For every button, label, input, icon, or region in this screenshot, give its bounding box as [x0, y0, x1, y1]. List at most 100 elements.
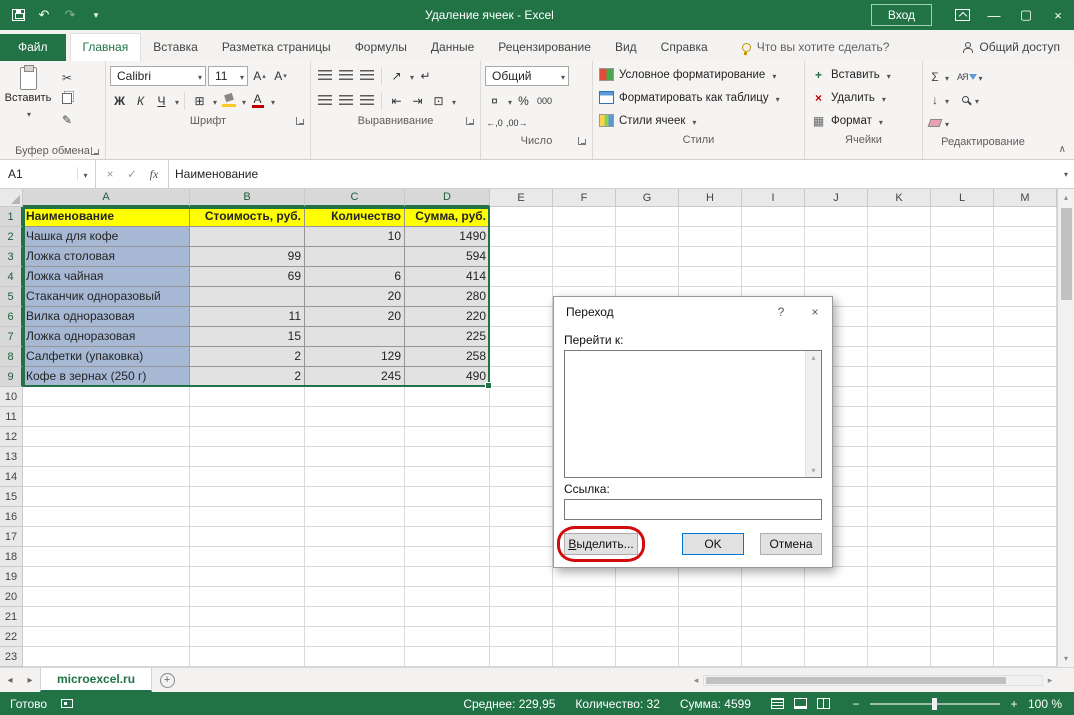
delete-cells-button[interactable]: ×Удалить: [809, 87, 918, 108]
cell-C3[interactable]: [305, 247, 405, 267]
cell-D23[interactable]: [405, 647, 490, 667]
cell-A3[interactable]: Ложка столовая: [23, 247, 190, 267]
cell-A11[interactable]: [23, 407, 190, 427]
cell-E13[interactable]: [490, 447, 553, 467]
clipboard-dialog-launcher-icon[interactable]: [91, 147, 99, 155]
cell-B6[interactable]: 11: [190, 307, 305, 327]
cell-A1[interactable]: Наименование: [23, 207, 190, 227]
align-center-button[interactable]: [336, 91, 355, 111]
row-header-9[interactable]: 9: [0, 367, 23, 387]
dialog-help-icon[interactable]: ?: [764, 297, 798, 327]
cell-B9[interactable]: 2: [190, 367, 305, 387]
cell-D13[interactable]: [405, 447, 490, 467]
horizontal-scrollbar-track[interactable]: [703, 675, 1043, 686]
row-header-6[interactable]: 6: [0, 307, 23, 327]
comma-format-button[interactable]: 000: [535, 91, 554, 111]
font-dialog-launcher-icon[interactable]: [296, 117, 304, 125]
cell-A13[interactable]: [23, 447, 190, 467]
cell-A10[interactable]: [23, 387, 190, 407]
cell-G4[interactable]: [616, 267, 679, 287]
cell-A9[interactable]: Кофе в зернах (250 г): [23, 367, 190, 387]
enter-entry-icon[interactable]: ✓: [122, 167, 142, 181]
cell-C21[interactable]: [305, 607, 405, 627]
cell-G1[interactable]: [616, 207, 679, 227]
cell-E5[interactable]: [490, 287, 553, 307]
cell-E2[interactable]: [490, 227, 553, 247]
column-header-H[interactable]: H: [679, 189, 742, 207]
cell-C20[interactable]: [305, 587, 405, 607]
cell-K1[interactable]: [868, 207, 931, 227]
cell-J21[interactable]: [805, 607, 868, 627]
cell-A5[interactable]: Стаканчик одноразовый: [23, 287, 190, 307]
cell-A20[interactable]: [23, 587, 190, 607]
cell-M1[interactable]: [994, 207, 1057, 227]
cell-L9[interactable]: [931, 367, 994, 387]
cell-D19[interactable]: [405, 567, 490, 587]
cell-L1[interactable]: [931, 207, 994, 227]
cell-M11[interactable]: [994, 407, 1057, 427]
tab-data[interactable]: Данные: [419, 34, 486, 61]
number-format-combo[interactable]: Общий: [485, 66, 569, 86]
cell-G20[interactable]: [616, 587, 679, 607]
zoom-slider[interactable]: [870, 703, 1000, 705]
cell-K7[interactable]: [868, 327, 931, 347]
copy-button[interactable]: [56, 89, 78, 108]
zoom-in-button[interactable]: +: [1008, 697, 1020, 711]
page-layout-view-icon[interactable]: [794, 698, 807, 709]
cell-K12[interactable]: [868, 427, 931, 447]
cell-C23[interactable]: [305, 647, 405, 667]
column-header-B[interactable]: B: [190, 189, 305, 207]
cell-K17[interactable]: [868, 527, 931, 547]
cell-K15[interactable]: [868, 487, 931, 507]
add-sheet-button[interactable]: +: [152, 668, 182, 692]
cell-G23[interactable]: [616, 647, 679, 667]
tab-view[interactable]: Вид: [603, 34, 649, 61]
cell-K16[interactable]: [868, 507, 931, 527]
cell-styles-button[interactable]: Стили ячеек: [597, 110, 800, 131]
align-middle-button[interactable]: [336, 66, 355, 86]
cell-I19[interactable]: [742, 567, 805, 587]
cell-E21[interactable]: [490, 607, 553, 627]
cell-B21[interactable]: [190, 607, 305, 627]
cell-B22[interactable]: [190, 627, 305, 647]
cell-G19[interactable]: [616, 567, 679, 587]
cell-E23[interactable]: [490, 647, 553, 667]
cell-F1[interactable]: [553, 207, 616, 227]
cell-D6[interactable]: 220: [405, 307, 490, 327]
autosum-button[interactable]: Σ: [927, 66, 949, 87]
save-button[interactable]: [6, 3, 30, 27]
cell-J22[interactable]: [805, 627, 868, 647]
cell-A8[interactable]: Салфетки (упаковка): [23, 347, 190, 367]
cell-E16[interactable]: [490, 507, 553, 527]
cell-H4[interactable]: [679, 267, 742, 287]
cell-K2[interactable]: [868, 227, 931, 247]
cell-F22[interactable]: [553, 627, 616, 647]
cell-M14[interactable]: [994, 467, 1057, 487]
cell-A23[interactable]: [23, 647, 190, 667]
cell-M21[interactable]: [994, 607, 1057, 627]
decrease-indent-button[interactable]: ⇤: [387, 91, 406, 111]
cell-M20[interactable]: [994, 587, 1057, 607]
fill-color-button[interactable]: [219, 91, 238, 111]
cell-B18[interactable]: [190, 547, 305, 567]
cell-M17[interactable]: [994, 527, 1057, 547]
number-dialog-launcher-icon[interactable]: [578, 137, 586, 145]
cell-K13[interactable]: [868, 447, 931, 467]
cell-B8[interactable]: 2: [190, 347, 305, 367]
cell-F3[interactable]: [553, 247, 616, 267]
cell-K21[interactable]: [868, 607, 931, 627]
font-color-button[interactable]: А: [248, 91, 267, 111]
cell-D16[interactable]: [405, 507, 490, 527]
cell-B17[interactable]: [190, 527, 305, 547]
cell-L5[interactable]: [931, 287, 994, 307]
cell-C13[interactable]: [305, 447, 405, 467]
cell-D22[interactable]: [405, 627, 490, 647]
italic-button[interactable]: К: [131, 91, 150, 111]
cell-C8[interactable]: 129: [305, 347, 405, 367]
horizontal-scrollbar-thumb[interactable]: [706, 677, 1006, 684]
cell-J19[interactable]: [805, 567, 868, 587]
scroll-down-icon[interactable]: ▾: [811, 464, 815, 477]
cell-L19[interactable]: [931, 567, 994, 587]
cell-M10[interactable]: [994, 387, 1057, 407]
cell-H2[interactable]: [679, 227, 742, 247]
